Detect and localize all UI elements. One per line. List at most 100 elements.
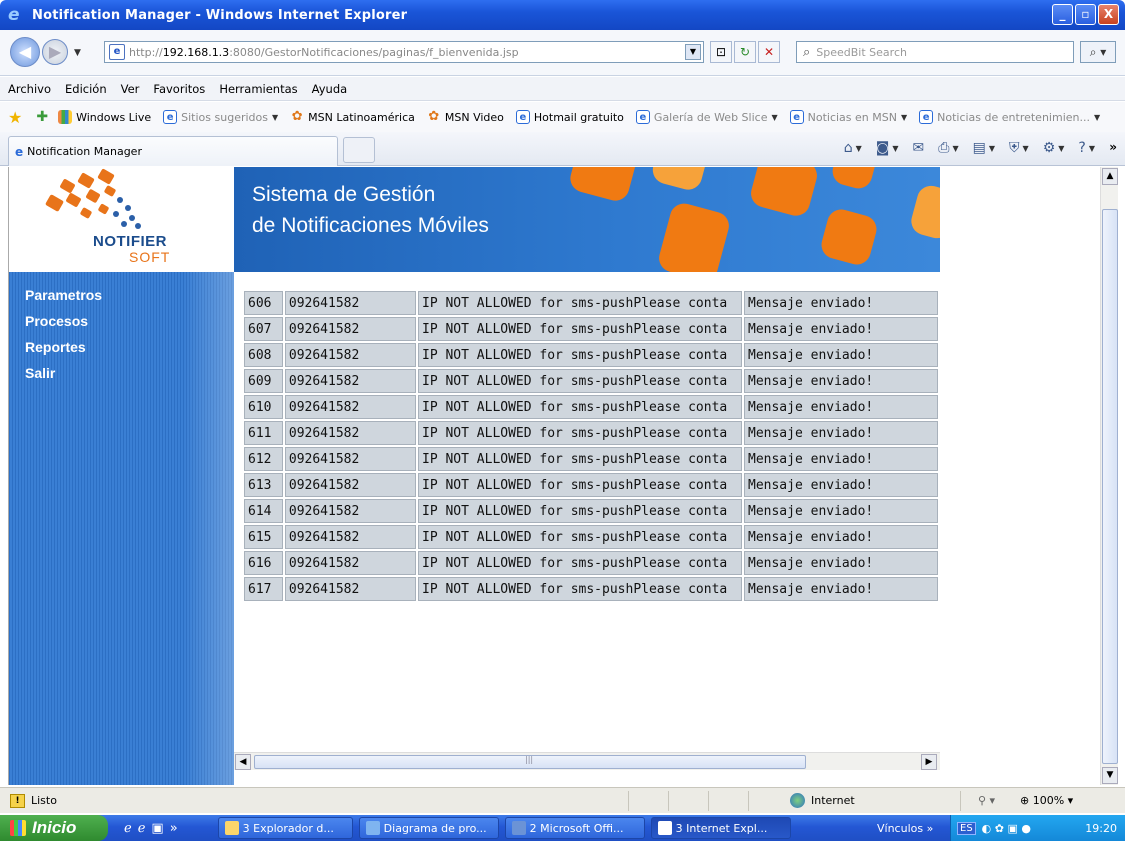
security-zone[interactable]: Internet (790, 793, 855, 808)
mail-icon[interactable]: ✉ (913, 140, 925, 156)
page-menu-icon[interactable]: ▤ ▼ (973, 140, 995, 156)
vertical-scrollbar[interactable]: ▲ ▼ (1100, 167, 1118, 785)
fav-msn-latinoamerica[interactable]: ✿ MSN Latinoamérica (290, 110, 415, 124)
close-button[interactable]: X (1098, 4, 1119, 25)
ie-tab-icon: e (15, 144, 24, 159)
table-row: 614 092641582 IP NOT ALLOWED for sms-pushP… (244, 499, 938, 523)
zoom-level[interactable]: ⊕ 100% ▾ (1020, 794, 1073, 807)
ie-quicklaunch-icon-2[interactable]: ℯ (138, 821, 146, 836)
home-icon[interactable]: ⌂ ▼ (844, 140, 862, 156)
header-banner: Sistema de Gestión de Notificaciones Móv… (234, 167, 940, 272)
menu-ver[interactable]: Ver (121, 82, 140, 96)
cell-id: 613 (244, 473, 283, 497)
page-viewport: NOTIFIER SOFT Parametros Procesos Report… (8, 167, 1118, 785)
scroll-right-icon[interactable]: ▶ (921, 754, 937, 770)
windows-live-icon (58, 110, 73, 124)
address-toolbar: ◀ ▶ ▼ e http://192.168.1.3:8080/GestorNo… (0, 30, 1125, 76)
ie-icon: e (635, 110, 650, 124)
tray-icons[interactable]: ◐ ✿ ▣ ● (982, 822, 1031, 835)
scroll-down-icon[interactable]: ▼ (1102, 767, 1118, 784)
cell-id: 612 (244, 447, 283, 471)
menu-herramientas[interactable]: Herramientas (219, 82, 297, 96)
minimize-button[interactable]: _ (1052, 4, 1073, 25)
scroll-left-icon[interactable]: ◀ (235, 754, 251, 770)
table-row: 612 092641582 IP NOT ALLOWED for sms-pushP… (244, 447, 938, 471)
start-button[interactable]: Inicio (0, 815, 108, 841)
cell-error: IP NOT ALLOWED for sms-pushPlease conta (418, 525, 742, 549)
safety-icon[interactable]: ⛨ ▼ (1009, 140, 1029, 156)
task-microsoft-office[interactable]: 2 Microsoft Offi... (504, 817, 645, 839)
more-quicklaunch-icon[interactable]: » (170, 821, 178, 836)
stop-icon[interactable]: ✕ (758, 41, 780, 63)
cell-phone: 092641582 (284, 525, 416, 549)
nav-parametros[interactable]: Parametros (9, 282, 234, 308)
address-dropdown-icon[interactable]: ▼ (685, 44, 701, 60)
cell-error: IP NOT ALLOWED for sms-pushPlease conta (418, 395, 742, 419)
window-title-bar[interactable]: e Notification Manager - Windows Interne… (0, 0, 1125, 30)
cell-id: 615 (244, 525, 283, 549)
fav-hotmail[interactable]: e Hotmail gratuito (515, 110, 624, 124)
ie-icon: e (919, 110, 934, 124)
search-button[interactable]: ⌕ ▾ (1080, 41, 1116, 63)
menu-archivo[interactable]: Archivo (8, 82, 51, 96)
fav-sitios-sugeridos[interactable]: e Sitios sugeridos ▼ (163, 110, 278, 124)
cell-id: 616 (244, 551, 283, 575)
cell-id: 609 (244, 369, 283, 393)
print-icon[interactable]: ⎙ ▼ (938, 140, 958, 156)
back-button[interactable]: ◀ (10, 37, 40, 67)
nav-reportes[interactable]: Reportes (9, 334, 234, 360)
feeds-icon[interactable]: ◙ ▼ (876, 140, 899, 156)
nav-salir[interactable]: Salir (9, 360, 234, 386)
fav-windows-live[interactable]: Windows Live (58, 110, 151, 124)
task-internet-explorer[interactable]: 3 Internet Expl... (650, 817, 791, 839)
banner-title-line2: de Notificaciones Móviles (252, 214, 489, 237)
right-blank-area (940, 167, 1101, 785)
cell-error: IP NOT ALLOWED for sms-pushPlease conta (418, 499, 742, 523)
favorites-star-icon[interactable]: ★ (8, 108, 22, 127)
fav-web-slice[interactable]: e Galería de Web Slice ▼ (635, 110, 778, 124)
tools-gear-icon[interactable]: ⚙ ▼ (1043, 140, 1065, 156)
favorites-bar: ★ ✚ Windows Live e Sitios sugeridos ▼ ✿ MSN… (0, 102, 1125, 132)
protected-mode-icon[interactable]: ⚲ ▾ (978, 794, 995, 807)
search-icon: ⌕ (803, 44, 811, 60)
add-favorite-icon[interactable]: ✚ (36, 109, 48, 125)
menu-favoritos[interactable]: Favoritos (153, 82, 205, 96)
table-row: 610 092641582 IP NOT ALLOWED for sms-pushP… (244, 395, 938, 419)
compatibility-view-icon[interactable]: ⊡ (710, 41, 732, 63)
address-input[interactable]: e http://192.168.1.3:8080/GestorNotifica… (104, 41, 704, 63)
status-bar: ! Listo Internet ⚲ ▾ ⊕ 100% ▾ (0, 787, 1125, 813)
url-text: http://192.168.1.3:8080/GestorNotificaci… (129, 45, 519, 59)
cell-id: 610 (244, 395, 283, 419)
nav-procesos[interactable]: Procesos (9, 308, 234, 334)
search-input[interactable]: ⌕ SpeedBit Search (796, 41, 1074, 63)
ie-quicklaunch-icon[interactable]: ℯ (124, 821, 132, 836)
task-explorador[interactable]: 3 Explorador d... (217, 817, 353, 839)
maximize-button[interactable]: ▫ (1075, 4, 1096, 25)
globe-icon (790, 793, 805, 808)
history-dropdown-icon[interactable]: ▼ (74, 48, 81, 58)
fav-noticias-entretenimiento[interactable]: e Noticias de entretenimien... ▼ (919, 110, 1100, 124)
explorer-quicklaunch-icon[interactable]: ▣ (151, 821, 163, 836)
horizontal-scroll-thumb[interactable] (254, 755, 806, 769)
chevron-more-icon[interactable]: » (1109, 140, 1117, 154)
new-tab-button[interactable] (343, 137, 375, 163)
tab-notification-manager[interactable]: e Notification Manager (8, 136, 338, 166)
cell-phone: 092641582 (284, 447, 416, 471)
cell-status: Mensaje enviado! (744, 577, 938, 601)
fav-msn-video[interactable]: ✿ MSN Video (427, 110, 503, 124)
links-toolbar[interactable]: Vínculos » (877, 822, 933, 835)
menu-ayuda[interactable]: Ayuda (312, 82, 348, 96)
page-icon: e (109, 44, 125, 60)
vertical-scroll-thumb[interactable] (1102, 209, 1118, 764)
warning-icon[interactable]: ! (10, 793, 25, 808)
scroll-up-icon[interactable]: ▲ (1102, 168, 1118, 185)
task-diagrama[interactable]: Diagrama de pro... (358, 817, 499, 839)
language-indicator[interactable]: ES (957, 821, 976, 835)
horizontal-scrollbar[interactable]: ◀ ▶ (234, 752, 940, 770)
refresh-icon[interactable]: ↻ (734, 41, 756, 63)
menu-edicion[interactable]: Edición (65, 82, 107, 96)
forward-button[interactable]: ▶ (42, 39, 68, 65)
fav-noticias-msn[interactable]: e Noticias en MSN ▼ (789, 110, 907, 124)
help-icon[interactable]: ? ▼ (1078, 140, 1095, 156)
clock[interactable]: 19:20 (1085, 822, 1117, 835)
